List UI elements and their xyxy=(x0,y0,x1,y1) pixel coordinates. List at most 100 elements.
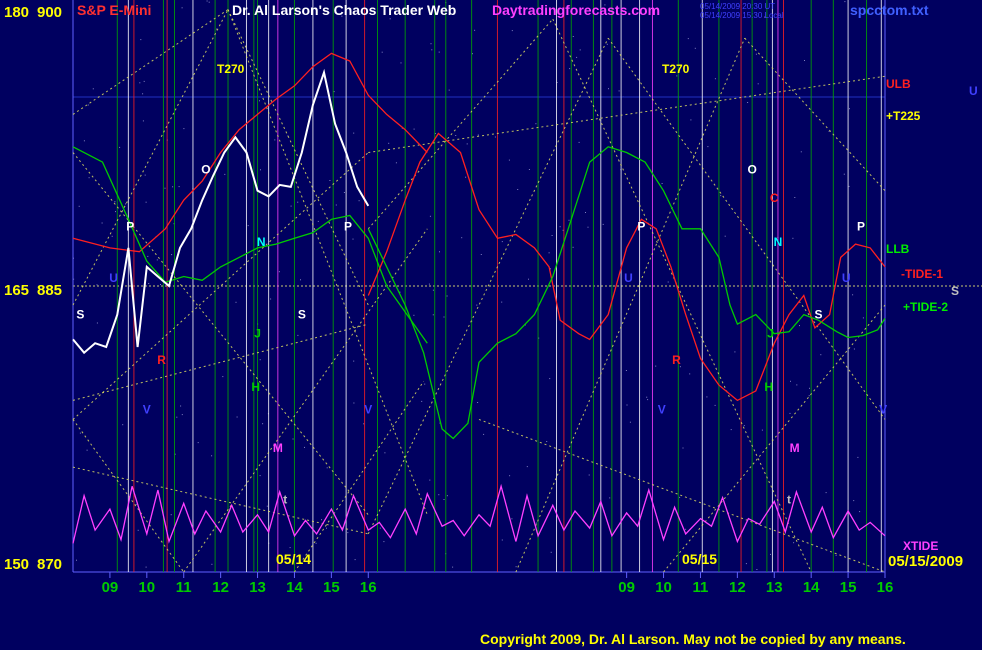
star xyxy=(646,396,648,398)
star xyxy=(843,173,845,175)
chart-title: Dr. Al Larson's Chaos Trader Web xyxy=(232,2,456,18)
star xyxy=(111,235,113,237)
star xyxy=(297,201,299,203)
star xyxy=(852,294,854,296)
star xyxy=(685,528,687,530)
star xyxy=(443,499,445,500)
x-tick-label: 10 xyxy=(655,579,672,596)
x-tick-label: 11 xyxy=(693,579,709,596)
marker-t: t xyxy=(787,492,791,506)
star xyxy=(259,359,261,361)
star xyxy=(180,405,182,407)
star xyxy=(260,169,261,171)
star xyxy=(667,281,669,283)
star xyxy=(335,204,337,206)
star xyxy=(844,1,846,3)
star xyxy=(147,255,149,257)
star xyxy=(528,278,529,280)
star xyxy=(682,447,684,449)
star xyxy=(501,301,503,303)
star xyxy=(548,252,550,254)
star xyxy=(381,51,383,53)
star xyxy=(315,542,317,544)
star xyxy=(694,47,696,49)
star xyxy=(800,151,802,153)
marker-r: R xyxy=(672,353,681,367)
star xyxy=(156,259,158,261)
star xyxy=(793,542,795,544)
star xyxy=(511,30,513,32)
t225-label: +T225 xyxy=(886,109,921,123)
star xyxy=(792,237,794,239)
star xyxy=(559,226,561,228)
star xyxy=(171,254,173,256)
star xyxy=(148,283,150,284)
star xyxy=(745,563,747,565)
star xyxy=(181,7,183,9)
website-label: Daytradingforecasts.com xyxy=(492,2,660,18)
star xyxy=(585,212,586,213)
star xyxy=(438,51,440,53)
date-label-left: 05/14 xyxy=(276,551,311,567)
star xyxy=(511,518,513,520)
star xyxy=(809,387,810,389)
star xyxy=(354,559,356,561)
star xyxy=(347,532,349,534)
x-tick-label: 13 xyxy=(766,579,783,596)
star xyxy=(76,559,77,561)
star xyxy=(509,475,511,477)
star xyxy=(358,200,360,202)
x-tick-label: 12 xyxy=(729,579,746,596)
date-label-end: 05/15/2009 xyxy=(888,553,963,570)
star xyxy=(389,18,391,20)
star xyxy=(428,283,430,285)
star xyxy=(455,135,457,136)
marker-u: U xyxy=(624,271,633,285)
star xyxy=(550,551,552,553)
tide2-label: +TIDE-2 xyxy=(903,300,948,314)
marker-m: M xyxy=(273,441,283,455)
tide1-label: -TIDE-1 xyxy=(901,267,943,281)
marker-p: P xyxy=(637,220,645,234)
star xyxy=(549,378,551,380)
star xyxy=(304,446,305,448)
star xyxy=(83,140,85,142)
star xyxy=(576,56,578,58)
star xyxy=(92,88,94,90)
filename-label: spcctom.txt xyxy=(850,2,929,18)
star xyxy=(808,395,810,397)
star xyxy=(707,146,709,148)
star xyxy=(388,142,390,144)
star xyxy=(439,251,440,253)
xtide-label: XTIDE xyxy=(903,539,938,553)
star xyxy=(626,404,628,406)
star xyxy=(862,317,864,319)
star xyxy=(400,62,402,64)
s-label-right: S xyxy=(951,284,959,298)
star xyxy=(679,496,681,498)
symbol-label: S&P E-Mini xyxy=(77,2,151,18)
star xyxy=(794,197,796,198)
star xyxy=(706,396,708,398)
star xyxy=(857,456,859,458)
star xyxy=(429,479,431,481)
star xyxy=(608,88,609,90)
star xyxy=(535,522,537,524)
star xyxy=(326,527,327,529)
star xyxy=(197,442,199,444)
marker-u: U xyxy=(842,271,851,285)
t270-label-right: T270 xyxy=(662,62,690,76)
x-tick-label: 15 xyxy=(323,579,340,596)
star xyxy=(236,416,238,418)
star xyxy=(383,541,385,543)
star xyxy=(853,500,855,502)
star xyxy=(587,226,589,228)
star xyxy=(274,139,276,141)
star xyxy=(799,325,800,327)
timestamp-local: 05/14/2009 15:30 Local xyxy=(700,11,784,20)
marker-o: O xyxy=(747,163,756,177)
star xyxy=(224,173,226,175)
marker-n: N xyxy=(257,235,266,249)
star xyxy=(353,402,355,404)
star xyxy=(211,455,213,457)
